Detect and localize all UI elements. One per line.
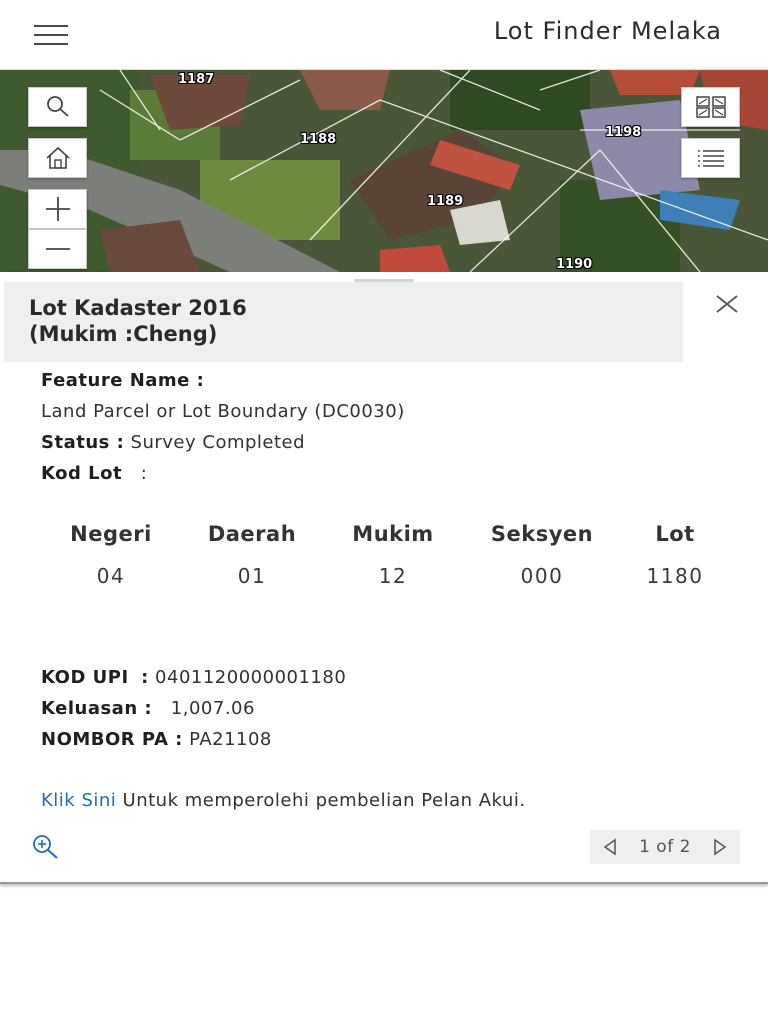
table-header: Daerah bbox=[207, 522, 297, 546]
table-cell: 1180 bbox=[646, 564, 704, 588]
nombor-pa-value: PA21108 bbox=[189, 729, 272, 750]
feature-pager: 1 of 2 bbox=[590, 830, 740, 864]
klik-sini-link[interactable]: Klik Sini bbox=[41, 790, 116, 811]
home-icon bbox=[45, 146, 70, 169]
status-label: Status : bbox=[41, 432, 125, 453]
feature-attributes: Feature Name : Land Parcel or Lot Bounda… bbox=[41, 365, 405, 489]
kod-lot-separator: : bbox=[140, 463, 148, 484]
pager-count: 1 of 2 bbox=[639, 837, 691, 857]
lot-label: 1198 bbox=[605, 125, 642, 140]
kod-upi-separator: : bbox=[141, 667, 149, 688]
table-cell: 04 bbox=[96, 564, 126, 588]
close-icon bbox=[716, 295, 738, 313]
zoom-to-button[interactable] bbox=[30, 832, 62, 862]
lot-label: 1190 bbox=[556, 257, 593, 272]
feature-name-label: Feature Name : bbox=[41, 370, 205, 391]
table-cell: 000 bbox=[520, 564, 564, 588]
layer-list-icon bbox=[697, 150, 724, 167]
basemap-gallery-button[interactable] bbox=[681, 87, 740, 127]
popup-header: Lot Kadaster 2016 (Mukim :Cheng) bbox=[4, 282, 683, 362]
home-button[interactable] bbox=[28, 138, 87, 178]
feature-name-value: Land Parcel or Lot Boundary (DC0030) bbox=[41, 401, 405, 422]
search-button[interactable] bbox=[28, 87, 87, 127]
triangle-right-icon bbox=[714, 838, 727, 856]
close-button[interactable] bbox=[712, 290, 742, 320]
kod-upi-value: 0401120000001180 bbox=[155, 667, 347, 688]
triangle-left-icon bbox=[603, 838, 616, 856]
table-header: Seksyen bbox=[490, 522, 594, 546]
zoom-in-button[interactable] bbox=[28, 189, 87, 229]
map-view[interactable]: 1187 1188 1189 1190 1198 bbox=[0, 70, 768, 272]
status-value: Survey Completed bbox=[130, 432, 306, 453]
nombor-pa-label: NOMBOR PA : bbox=[41, 729, 183, 750]
search-icon bbox=[46, 96, 69, 117]
feature-popup: Lot Kadaster 2016 (Mukim :Cheng) Feature… bbox=[0, 272, 768, 884]
keluasan-label: Keluasan : bbox=[41, 698, 153, 719]
table-cell: 12 bbox=[378, 564, 408, 588]
zoom-in-icon bbox=[45, 197, 70, 221]
table-header: Mukim bbox=[352, 522, 434, 546]
layer-list-button[interactable] bbox=[681, 138, 740, 178]
lot-details: KOD UPI : 0401120000001180 Keluasan : 1,… bbox=[41, 662, 346, 755]
table-header: Negeri bbox=[70, 522, 152, 546]
lot-label: 1188 bbox=[300, 132, 337, 147]
zoom-out-icon bbox=[45, 248, 70, 250]
purchase-note: Klik Sini Untuk memperolehi pembelian Pe… bbox=[41, 785, 526, 816]
basemap-gallery-icon bbox=[695, 96, 726, 118]
menu-icon[interactable] bbox=[30, 20, 72, 50]
table-header: Lot bbox=[655, 522, 695, 546]
next-feature-button[interactable] bbox=[710, 837, 730, 857]
purchase-note-text: Untuk memperolehi pembelian Pelan Akui. bbox=[116, 790, 526, 811]
app-title: Lot Finder Melaka bbox=[493, 17, 722, 45]
kod-lot-label: Kod Lot bbox=[41, 463, 123, 484]
zoom-out-button[interactable] bbox=[28, 229, 87, 269]
keluasan-value: 1,007.06 bbox=[170, 698, 255, 719]
table-cell: 01 bbox=[237, 564, 267, 588]
kod-upi-label: KOD UPI bbox=[41, 667, 129, 688]
zoom-to-icon bbox=[33, 835, 58, 859]
app-header: Lot Finder Melaka bbox=[0, 0, 768, 70]
previous-feature-button[interactable] bbox=[600, 837, 620, 857]
lot-label: 1187 bbox=[178, 72, 215, 87]
lot-label: 1189 bbox=[427, 194, 464, 209]
aerial-imagery bbox=[0, 70, 768, 272]
popup-title: Lot Kadaster 2016 (Mukim :Cheng) bbox=[29, 296, 247, 346]
